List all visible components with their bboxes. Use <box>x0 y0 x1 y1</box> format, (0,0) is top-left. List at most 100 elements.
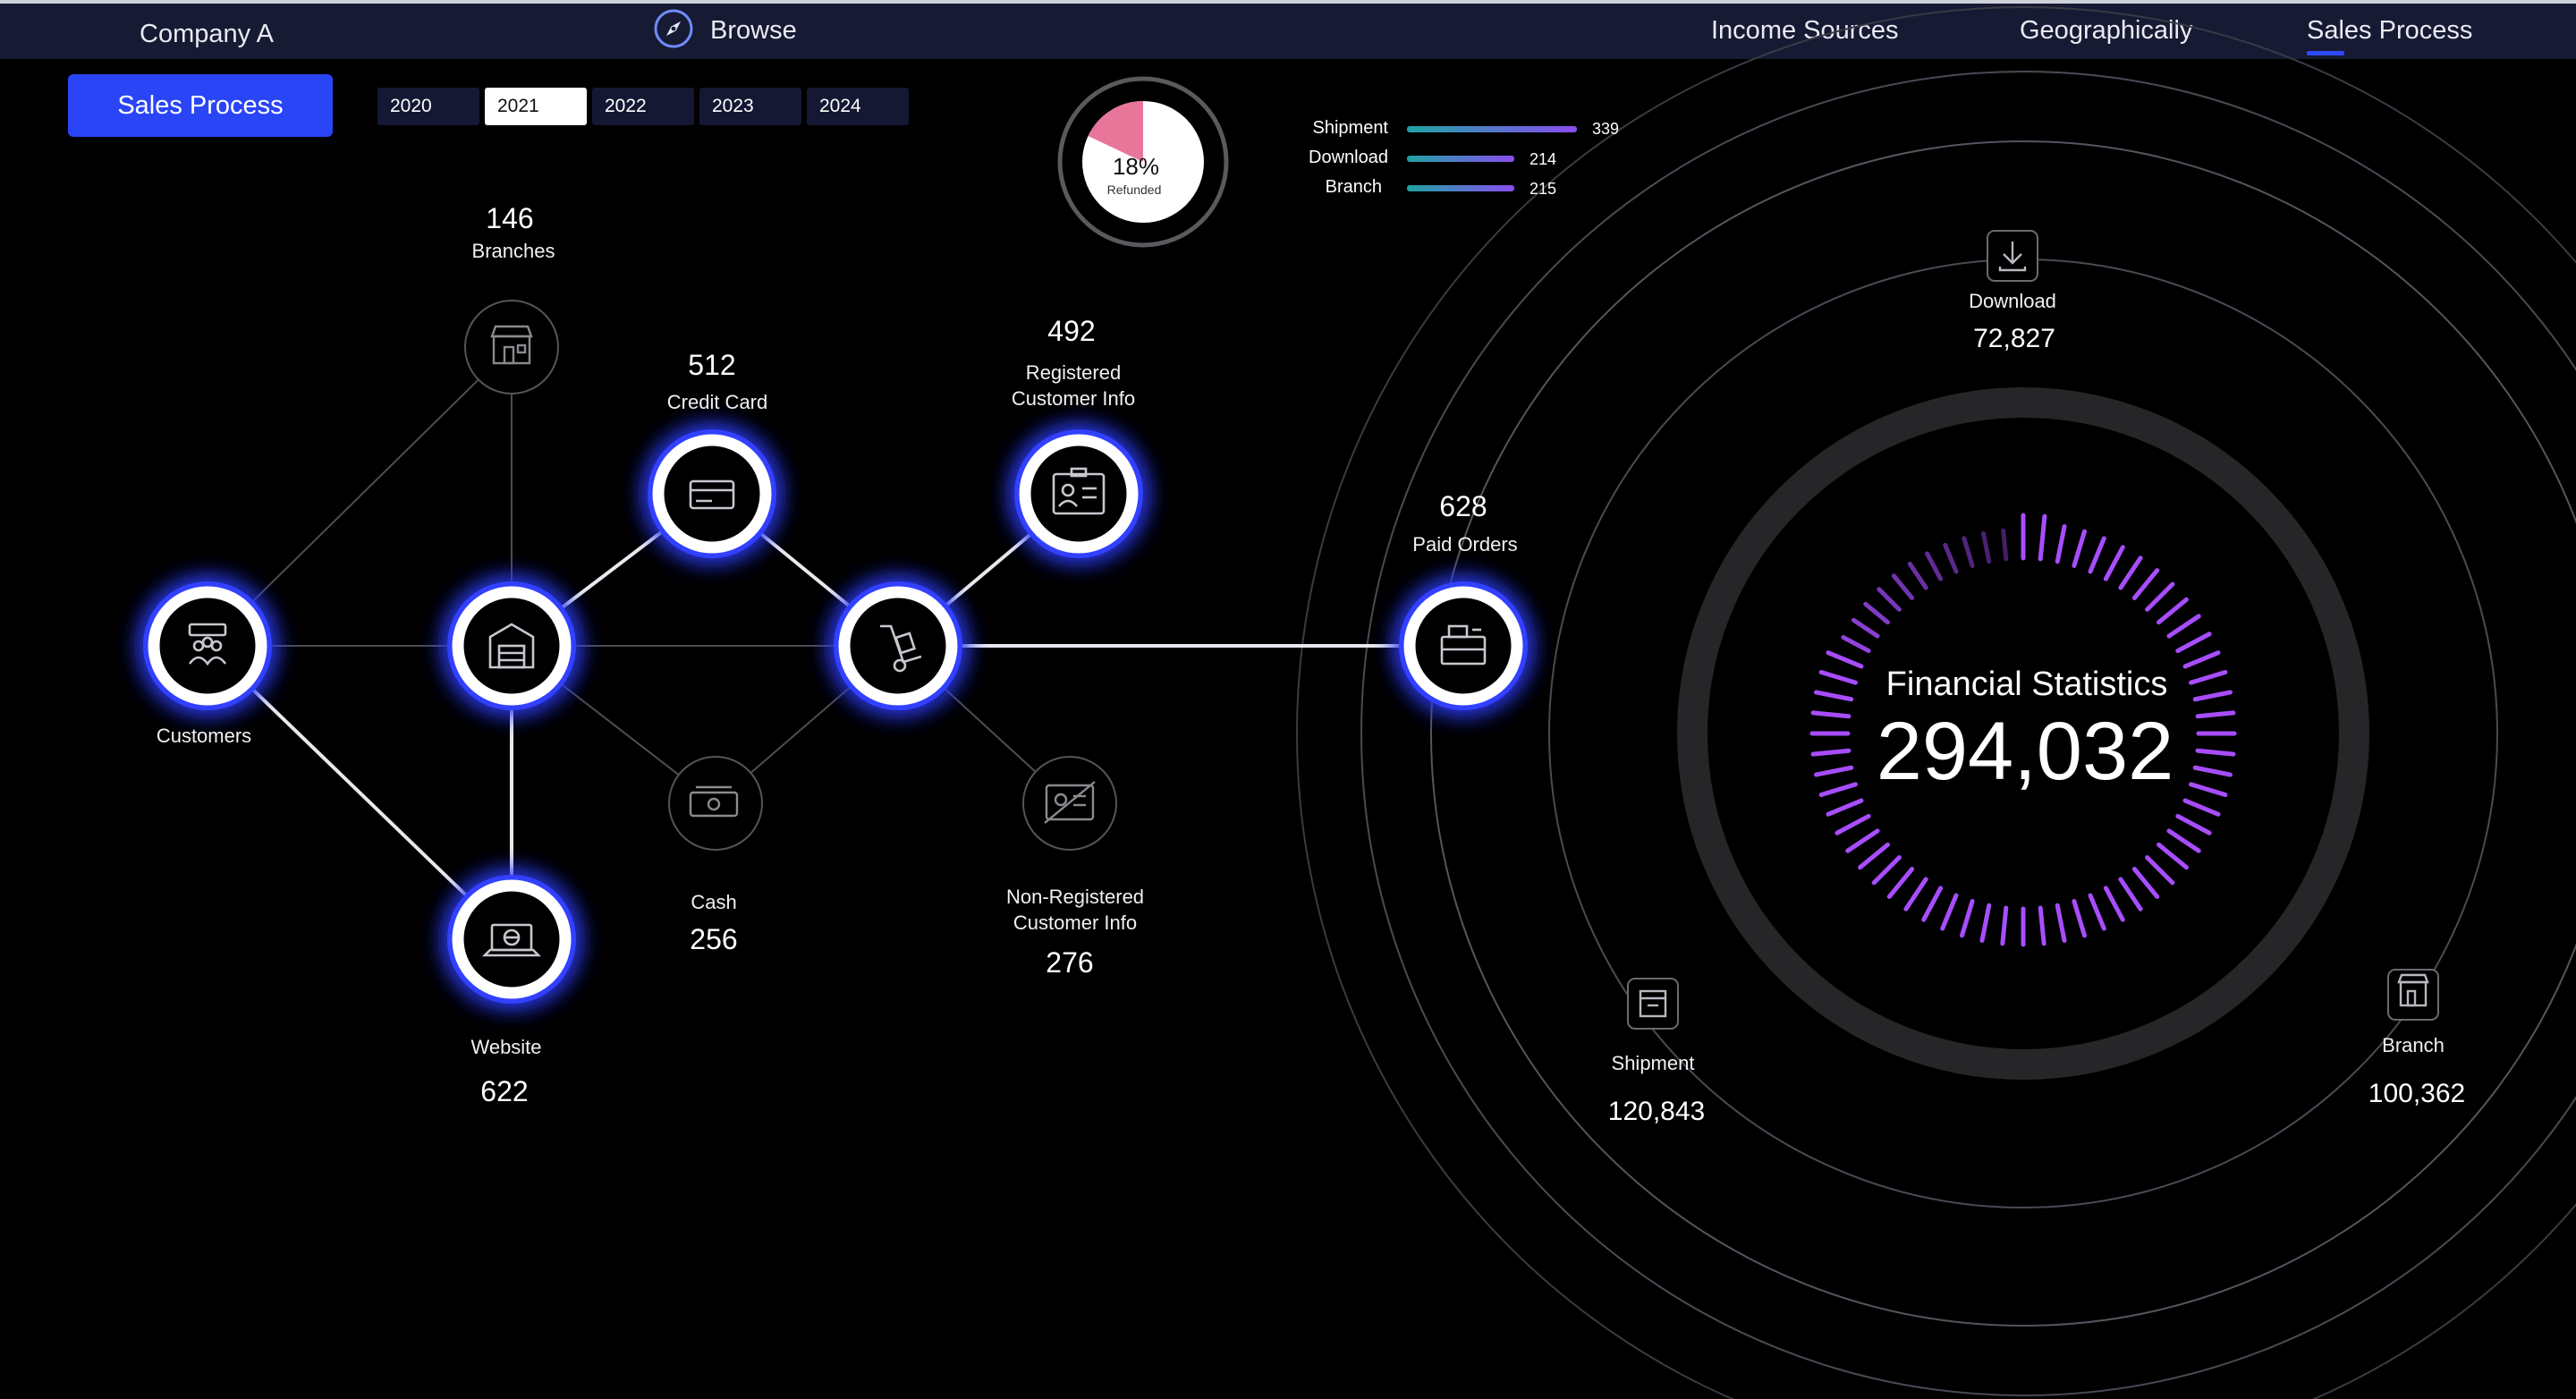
branches-label: Branches <box>471 240 555 262</box>
tick-mark <box>2175 632 2212 654</box>
node-rings <box>148 434 1523 999</box>
shipment-bar <box>1407 126 1577 132</box>
tick-mark <box>1959 899 1975 938</box>
tick-mark <box>2038 905 2046 946</box>
refund-percent: 18% <box>1112 153 1160 180</box>
tick-mark <box>2182 798 2221 817</box>
website-label: Website <box>470 1036 542 1058</box>
legend-download-label: Download <box>1309 148 1388 167</box>
sales-process-diagram <box>143 6 2576 1399</box>
glow-nodes <box>143 429 1528 1004</box>
branch-bar <box>1407 185 1514 191</box>
website-value: 622 <box>480 1075 529 1107</box>
tick-mark <box>2118 877 2143 911</box>
tick-mark <box>2182 650 2221 669</box>
tick-mark <box>1925 551 1944 581</box>
tick-mark <box>2131 867 2160 899</box>
shipment-stat-label: Shipment <box>1611 1052 1695 1074</box>
cash-label: Cash <box>691 891 737 913</box>
non-registered-value: 276 <box>1046 946 1094 979</box>
tick-mark <box>2145 855 2175 886</box>
tick-mark <box>2118 555 2143 590</box>
tick-mark <box>1826 650 1864 669</box>
tick-mark <box>1940 893 1959 931</box>
tick-mark <box>2131 568 2160 600</box>
tick-mark <box>2001 528 2009 562</box>
dim-connectors <box>207 346 1071 804</box>
tick-mark <box>1962 536 1975 568</box>
tick-mark <box>1903 877 1928 911</box>
download-stat-label: Download <box>1969 290 2056 312</box>
registered-label-line1: Registered <box>1025 361 1122 384</box>
branches-value: 146 <box>486 202 534 234</box>
cash-node <box>668 756 763 851</box>
tick-mark <box>2000 905 2009 946</box>
tick-mark <box>2192 765 2233 777</box>
tick-mark <box>2192 690 2233 702</box>
non-registered-label-line1: Non-Registered <box>1005 886 1145 908</box>
tick-mark <box>1814 765 1854 777</box>
tick-mark <box>2195 748 2236 757</box>
non-registered-label-line2: Customer Info <box>1013 911 1138 934</box>
tick-mark <box>1845 828 1880 853</box>
tick-mark <box>2166 828 2201 853</box>
tick-mark <box>1810 710 1852 719</box>
tick-mark <box>2055 903 2067 943</box>
tick-mark <box>1826 798 1864 817</box>
customers-label: Customers <box>156 725 252 747</box>
financial-title: Financial Statistics <box>1885 666 2168 703</box>
tick-mark <box>1981 530 1992 564</box>
tick-mark <box>1863 601 1890 625</box>
tick-mark <box>1907 561 1928 590</box>
tick-mark <box>2072 899 2088 938</box>
tick-mark <box>2088 893 2106 931</box>
tick-mark <box>1943 542 1959 574</box>
download-bar <box>1407 156 1514 162</box>
tick-mark <box>1818 782 1858 798</box>
credit-card-value: 512 <box>688 349 736 381</box>
legend-shipment-value: 339 <box>1592 120 1620 138</box>
download-stat-value: 72,827 <box>1973 324 2055 353</box>
legend-branch-label: Branch <box>1325 177 1382 197</box>
tick-mark <box>1818 669 1858 685</box>
tick-mark <box>1877 587 1902 612</box>
shipment-icon-box <box>1627 978 1679 1030</box>
tick-mark <box>2189 782 2228 798</box>
tick-mark <box>2072 529 2088 568</box>
active-connectors <box>206 492 1463 941</box>
branch-stat-value: 100,362 <box>2368 1079 2466 1108</box>
registered-value: 492 <box>1047 315 1096 347</box>
tick-mark <box>1891 573 1915 600</box>
tick-mark <box>1810 748 1852 757</box>
tick-mark <box>1871 855 1902 886</box>
branch-icon-box <box>2387 969 2439 1021</box>
tick-mark <box>2145 581 2175 612</box>
shipment-stat-value: 120,843 <box>1607 1097 1706 1126</box>
tick-mark <box>2038 513 2047 562</box>
legend-branch-value: 215 <box>1530 180 1557 198</box>
legend-download-value: 214 <box>1530 150 1557 168</box>
tick-mark <box>2157 597 2189 625</box>
tick-mark <box>2055 524 2067 564</box>
tick-mark <box>2103 886 2125 922</box>
tick-mark <box>1886 867 1915 899</box>
tick-mark <box>1814 690 1854 702</box>
tick-mark <box>2166 614 2201 639</box>
cash-value: 256 <box>690 923 738 955</box>
tick-mark <box>1835 813 1871 835</box>
tick-mark <box>1841 635 1871 654</box>
paid-orders-label: Paid Orders <box>1412 533 1518 555</box>
paid-orders-value: 628 <box>1439 490 1487 522</box>
branch-stat-label: Branch <box>2382 1034 2445 1056</box>
registered-label-line2: Customer Info <box>1011 387 1136 410</box>
tick-mark <box>2103 545 2125 581</box>
tick-mark <box>1858 842 1890 870</box>
tick-mark <box>1921 886 1944 922</box>
credit-card-label: Credit Card <box>666 391 768 413</box>
tick-mark <box>2195 710 2236 719</box>
tick-mark <box>2088 536 2106 574</box>
tick-mark <box>2189 669 2228 685</box>
tick-mark <box>1851 617 1880 639</box>
tick-mark <box>2175 813 2212 835</box>
tick-mark <box>2157 842 2189 870</box>
